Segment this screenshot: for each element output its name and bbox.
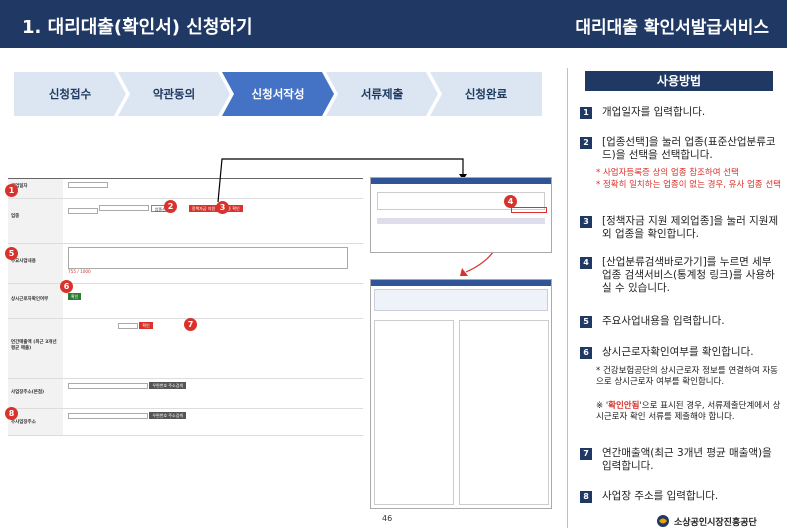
usage-item: 2 [업종선택]을 눌러 업종(표준산업분류코드)을 선택을 선택합니다.: [580, 136, 780, 162]
industry-link-highlight[interactable]: [511, 207, 547, 213]
usage-item: 5 주요사업내용을 입력합니다.: [580, 315, 780, 328]
org-logo: 소상공인시장진흥공단: [656, 514, 757, 528]
org-emblem-icon: [657, 515, 669, 527]
marker-4: 4: [504, 195, 517, 208]
industry-note-2: * 정확히 일치하는 업종이 없는 경우, 유사 업종 선택: [596, 180, 781, 190]
category-list[interactable]: [374, 320, 454, 505]
industry-note-1: * 사업자등록증 상의 업종 참조하여 선택: [596, 168, 739, 178]
category-detail: [459, 320, 549, 505]
usage-item: 1 개업일자를 입력합니다.: [580, 106, 780, 119]
usage-item: 3 [정책자금 지원 제외업종]을 눌러 지원제외 업종을 확인합니다.: [580, 215, 780, 241]
usage-item: 6 상시근로자확인여부를 확인합니다.: [580, 346, 780, 359]
industry-popup-screenshot: [370, 177, 552, 253]
workers-note-1: * 건강보험공단의 상시근로자 정보를 연결하여 자동으로 상시근로자 여부를 …: [596, 366, 778, 387]
usage-item: 7 연간매출액(최근 3개년 평균 매출액)을 입력합니다.: [580, 447, 780, 473]
page-number: 46: [382, 514, 393, 523]
usage-item: 4 [산업분류검색바로가기]를 누르면 세부업종 검색서비스(통계청 링크)를 사…: [580, 256, 780, 295]
usage-item: 8 사업장 주소를 입력합니다.: [580, 490, 780, 503]
workers-note-2: ※ '확인안됨'으로 표시된 경우, 서류제출단계에서 상시근로자 확인 서류를…: [596, 401, 781, 422]
usage-title: 사용방법: [585, 71, 773, 91]
divider: [567, 68, 568, 528]
statistics-site-screenshot: [370, 279, 552, 509]
